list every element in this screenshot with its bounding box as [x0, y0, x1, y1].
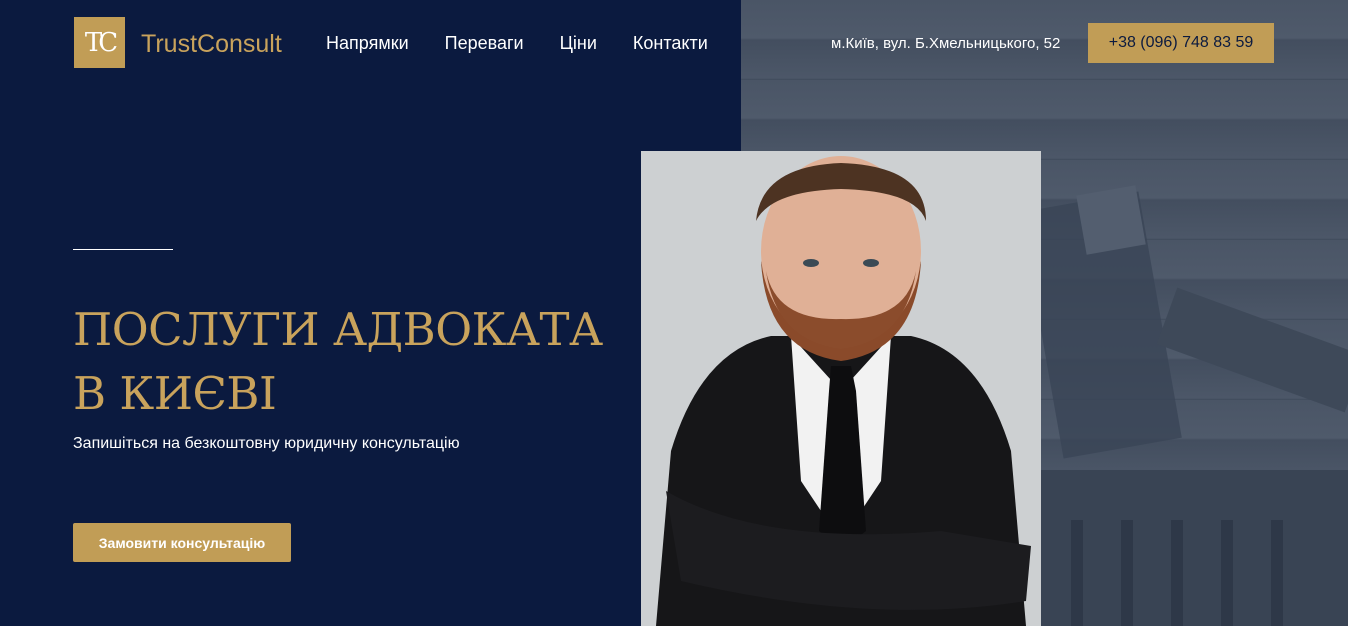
logo-icon[interactable]: TC	[74, 17, 125, 68]
brand-name[interactable]: TrustConsult	[141, 30, 282, 59]
hero-title-line-1: ПОСЛУГИ АДВОКАТА	[73, 303, 603, 356]
decorative-divider	[73, 249, 173, 250]
site-header: TC TrustConsult Напрямки Переваги Ціни К…	[0, 0, 1348, 86]
lawyer-photo	[641, 151, 1041, 626]
nav-item-contacts[interactable]: Контакти	[633, 33, 708, 54]
office-address: м.Київ, вул. Б.Хмельницького, 52	[831, 35, 1061, 52]
nav-item-advantages[interactable]: Переваги	[445, 33, 524, 54]
main-nav: Напрямки Переваги Ціни Контакти	[326, 33, 744, 54]
hero-title-line-2: В КИЄВІ	[73, 367, 277, 420]
hero-title: ПОСЛУГИ АДВОКАТА В КИЄВІ	[73, 298, 633, 426]
nav-item-directions[interactable]: Напрямки	[326, 33, 409, 54]
lawyer-illustration	[641, 151, 1041, 626]
hero-subtitle: Запишіться на безкоштовну юридичну консу…	[73, 435, 460, 452]
phone-button[interactable]: +38 (096) 748 83 59	[1088, 23, 1274, 63]
nav-item-prices[interactable]: Ціни	[560, 33, 597, 54]
order-consultation-button[interactable]: Замовити консультацію	[73, 523, 291, 562]
